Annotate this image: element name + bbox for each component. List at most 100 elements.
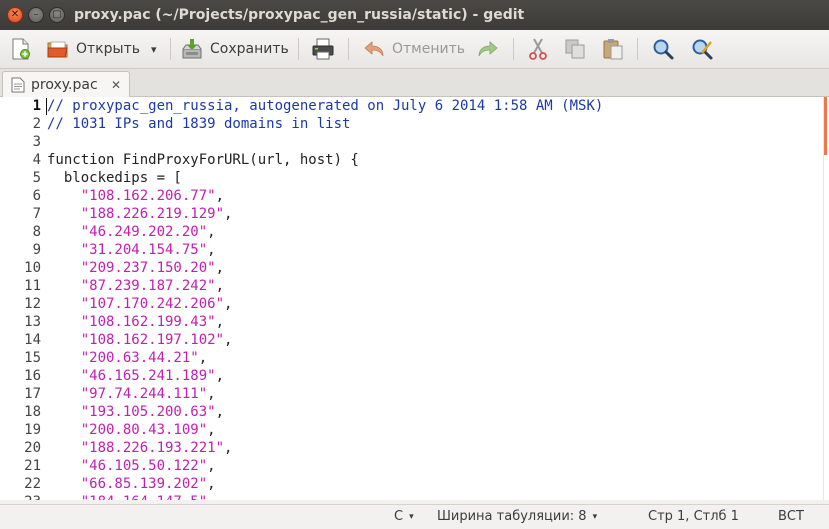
save-icon: [182, 39, 202, 59]
line-number: 22: [24, 476, 41, 492]
minimize-icon: –: [33, 9, 39, 20]
code-punctuation: ,: [207, 494, 215, 500]
string-literal: "46.165.241.189": [80, 368, 216, 384]
language-label: C: [394, 509, 404, 524]
string-literal: "200.80.43.109": [80, 422, 208, 438]
string-literal: "66.85.139.202": [80, 476, 208, 492]
chevron-down-icon: ▾: [592, 511, 598, 522]
code-text: "108.162.197.102",: [47, 331, 233, 349]
code-text: "107.170.242.206",: [47, 295, 233, 313]
printer-icon: [312, 38, 334, 60]
right-margin-line: [823, 97, 824, 500]
open-button[interactable]: Открыть: [46, 34, 140, 64]
print-button[interactable]: [311, 34, 335, 64]
line-number: 9: [32, 242, 41, 258]
new-document-button[interactable]: [8, 34, 32, 64]
find-replace-icon: [692, 39, 713, 60]
code-punctuation: ,: [198, 350, 208, 366]
insert-mode: ВСТ: [778, 509, 804, 524]
toolbar-separator: [348, 38, 349, 60]
code-text: function FindProxyForURL(url, host) {: [47, 152, 359, 168]
line-number: 5: [32, 170, 41, 186]
code-punctuation: ,: [215, 188, 225, 204]
find-button[interactable]: [651, 34, 675, 64]
code-text: "97.74.244.111",: [47, 385, 216, 403]
line-number: 11: [24, 278, 41, 294]
tab-width-selector[interactable]: Ширина табуляции: 8 ▾: [437, 509, 597, 524]
window-close-button[interactable]: ✕: [7, 7, 23, 23]
string-literal: "97.74.244.111": [80, 386, 208, 402]
line-number: 2: [32, 116, 41, 132]
code-punctuation: ,: [215, 404, 225, 420]
paste-button[interactable]: [601, 34, 625, 64]
line-number: 15: [24, 350, 41, 366]
code-text: blockedips = [: [47, 170, 182, 186]
string-literal: "87.239.187.242": [80, 278, 216, 294]
tab-proxy-pac[interactable]: proxy.pac ✕: [2, 71, 130, 97]
code-text: "188.226.219.129",: [47, 205, 233, 223]
chevron-down-icon: ▾: [151, 42, 157, 56]
code-text: "200.80.43.109",: [47, 421, 216, 439]
document-tab-bar: proxy.pac ✕: [0, 69, 829, 97]
undo-label: Отменить: [392, 41, 466, 57]
redo-button[interactable]: [476, 34, 500, 64]
string-literal: "108.162.206.77": [80, 188, 216, 204]
text-editor[interactable]: 1 // proxypac_gen_russia, autogenerated o…: [0, 97, 829, 500]
code-text: "31.204.154.75",: [47, 241, 216, 259]
toolbar-separator: [513, 38, 514, 60]
line-number: 1: [32, 98, 41, 114]
code-text: "108.162.206.77",: [47, 187, 224, 205]
language-selector[interactable]: C ▾: [394, 509, 414, 524]
scissors-icon: [529, 38, 547, 60]
window-minimize-button[interactable]: –: [28, 7, 44, 23]
code-punctuation: ,: [207, 224, 216, 240]
code-punctuation: ,: [215, 314, 225, 330]
search-icon: [653, 39, 674, 60]
window-maximize-button[interactable]: ▢: [49, 7, 65, 23]
line-number: 21: [24, 458, 41, 474]
undo-icon: [364, 41, 384, 57]
code-text: "46.165.241.189",: [47, 367, 224, 385]
string-literal: "46.105.50.122": [80, 458, 208, 474]
code-text: "46.105.50.122",: [47, 457, 216, 475]
code-text: // 1031 IPs and 1839 domains in list: [47, 116, 351, 132]
code-text: "87.239.187.242",: [47, 277, 224, 295]
code-punctuation: ,: [224, 440, 233, 456]
code-punctuation: ,: [224, 332, 233, 348]
cut-button[interactable]: [526, 34, 550, 64]
code-text: "209.237.150.20",: [47, 259, 224, 277]
open-recent-dropdown[interactable]: ▾: [151, 34, 157, 64]
line-number: 6: [32, 188, 41, 204]
find-replace-button[interactable]: [690, 34, 714, 64]
save-button[interactable]: Сохранить: [180, 34, 289, 64]
code-punctuation: ,: [207, 386, 216, 402]
line-number: 17: [24, 386, 41, 402]
code-text: // proxypac_gen_russia, autogenerated on…: [47, 98, 604, 114]
undo-button[interactable]: Отменить: [362, 34, 465, 64]
close-icon[interactable]: ✕: [111, 78, 121, 92]
maximize-icon: ▢: [52, 9, 62, 20]
code-text: "184.164.147.5",: [47, 493, 216, 500]
line-number: 4: [32, 152, 41, 168]
code-punctuation: ,: [207, 476, 216, 492]
line-number: 19: [24, 422, 41, 438]
code-punctuation: ,: [215, 260, 225, 276]
status-bar: C ▾ Ширина табуляции: 8 ▾ Стр 1, Стлб 1 ВС…: [0, 504, 829, 529]
new-document-icon: [12, 38, 30, 60]
scroll-position-indicator[interactable]: [824, 97, 827, 155]
line-number: 8: [32, 224, 41, 240]
string-literal: "46.249.202.20": [80, 224, 208, 240]
copy-button[interactable]: [563, 34, 587, 64]
close-icon: ✕: [10, 9, 20, 20]
line-number: 10: [24, 260, 41, 276]
line-number: 23: [0, 493, 41, 500]
